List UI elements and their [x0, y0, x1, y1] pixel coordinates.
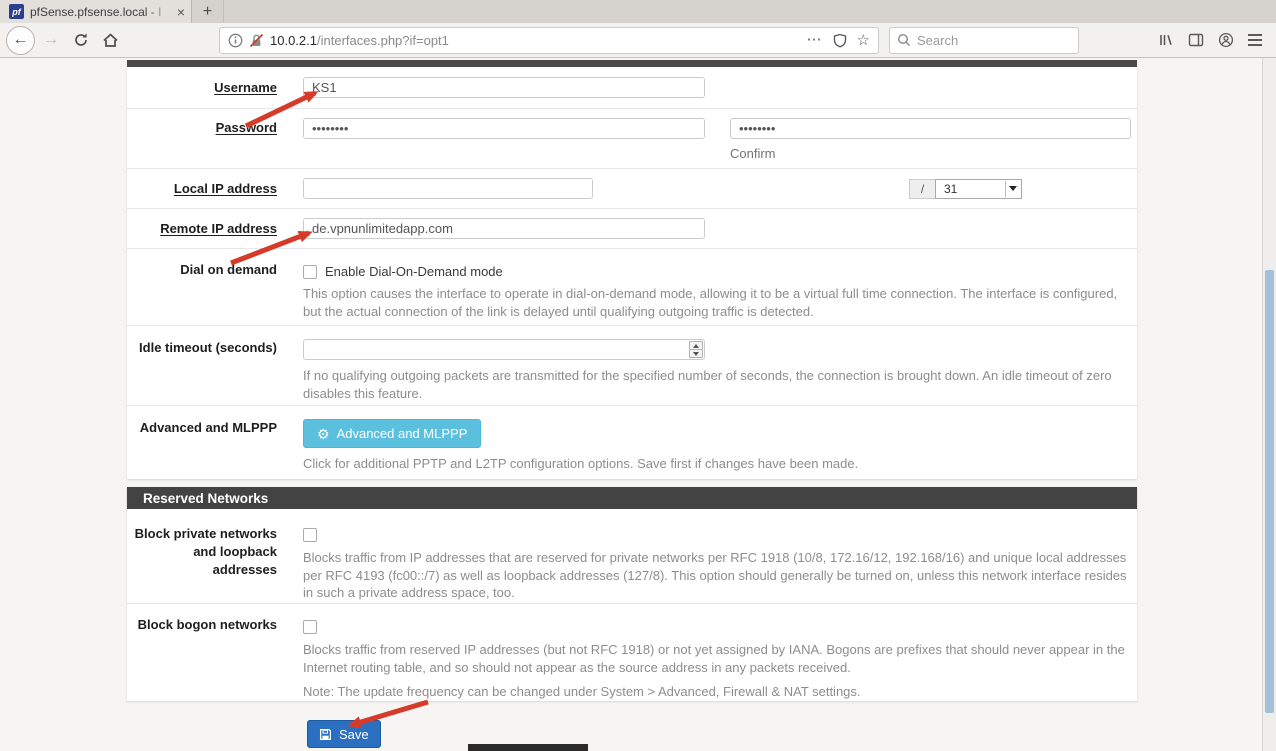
save-floppy-icon	[319, 728, 332, 741]
form-row-dial-on-demand: Dial on demand Enable Dial-On-Demand mod…	[127, 249, 1137, 326]
new-tab-button[interactable]: +	[192, 0, 224, 23]
page-content: Username Password Confirm	[0, 58, 1276, 751]
home-icon	[102, 32, 119, 48]
next-section-header-sliver	[468, 744, 588, 751]
form-row-advanced-mlppp: Advanced and MLPPP ⚙ Advanced and MLPPP …	[127, 406, 1137, 479]
tab-title: pfSense.pfsense.local - I	[30, 5, 173, 19]
browser-tab[interactable]: pf pfSense.pfsense.local - I ×	[0, 0, 192, 23]
form-row-username: Username	[127, 67, 1137, 109]
save-button[interactable]: Save	[307, 720, 381, 748]
advanced-mlppp-button-label: Advanced and MLPPP	[337, 426, 468, 441]
shield-icon[interactable]	[833, 33, 847, 48]
confirm-password-group: Confirm	[730, 118, 1131, 161]
dial-on-demand-label: Dial on demand	[127, 249, 277, 325]
advanced-mlppp-help: Click for additional PPTP and L2TP confi…	[303, 455, 1131, 473]
spinner-down-icon[interactable]	[689, 350, 703, 358]
username-label: Username	[127, 80, 277, 95]
subnet-group: / 31	[909, 179, 1022, 199]
tab-close-icon[interactable]: ×	[177, 4, 185, 20]
account-icon[interactable]	[1218, 32, 1234, 48]
block-bogon-label: Block bogon networks	[127, 604, 277, 701]
page-info-icon[interactable]	[228, 33, 243, 48]
dial-on-demand-checkbox-label: Enable Dial-On-Demand mode	[325, 264, 503, 279]
pfsense-favicon: pf	[9, 4, 24, 19]
block-private-help: Blocks traffic from IP addresses that ar…	[303, 549, 1131, 602]
subnet-separator: /	[909, 179, 935, 199]
search-input[interactable]	[917, 33, 1071, 48]
forward-button[interactable]: →	[39, 28, 63, 52]
password-input[interactable]	[303, 118, 705, 139]
block-bogon-help: Blocks traffic from reserved IP addresse…	[303, 641, 1131, 676]
browser-toolbar: ← → 10.0.2.1/interfaces.php?	[0, 23, 1276, 58]
gear-icon: ⚙	[317, 427, 330, 441]
chevron-down-icon	[1005, 181, 1020, 197]
subnet-select[interactable]: 31	[935, 179, 1022, 199]
block-bogon-note: Note: The update frequency can be change…	[303, 683, 1131, 701]
url-bar[interactable]: 10.0.2.1/interfaces.php?if=opt1 ⋯ ☆	[219, 27, 879, 54]
subnet-selected-value: 31	[944, 182, 957, 196]
bookmark-star-icon[interactable]: ☆	[857, 31, 870, 49]
home-button[interactable]	[98, 28, 122, 52]
search-icon	[897, 33, 911, 47]
password-label: Password	[127, 109, 277, 168]
sidebar-icon[interactable]	[1188, 33, 1204, 47]
dial-on-demand-checkbox[interactable]	[303, 265, 317, 279]
form-row-local-ip: Local IP address / 31	[127, 169, 1137, 209]
local-ip-input[interactable]	[303, 178, 593, 199]
url-path: /interfaces.php?if=opt1	[317, 33, 449, 48]
library-icon[interactable]	[1158, 32, 1174, 48]
block-private-checkbox[interactable]	[303, 528, 317, 542]
block-private-label: Block private networks and loopback addr…	[127, 509, 277, 603]
remote-ip-input[interactable]	[303, 218, 705, 239]
form-row-remote-ip: Remote IP address	[127, 209, 1137, 249]
previous-section-header-sliver	[127, 60, 1137, 67]
advanced-mlppp-label: Advanced and MLPPP	[127, 406, 277, 479]
idle-timeout-input[interactable]	[303, 339, 705, 360]
reserved-networks-header: Reserved Networks	[127, 487, 1137, 509]
page-actions-icon[interactable]: ⋯	[807, 35, 823, 45]
reload-button[interactable]	[69, 28, 93, 52]
remote-ip-label: Remote IP address	[127, 221, 277, 236]
idle-timeout-label: Idle timeout (seconds)	[127, 326, 277, 405]
confirm-caption: Confirm	[730, 146, 1131, 161]
url-host: 10.0.2.1	[270, 33, 317, 48]
scrollbar-track[interactable]	[1262, 58, 1276, 751]
save-button-label: Save	[339, 727, 369, 742]
scrollbar-thumb[interactable]	[1265, 270, 1274, 713]
search-bar[interactable]	[889, 27, 1079, 54]
username-input[interactable]	[303, 77, 705, 98]
insecure-lock-icon[interactable]	[249, 33, 264, 48]
spinner-up-icon[interactable]	[689, 341, 703, 350]
dial-on-demand-help: This option causes the interface to oper…	[303, 285, 1131, 320]
number-spinner[interactable]	[689, 341, 703, 358]
block-bogon-checkbox[interactable]	[303, 620, 317, 634]
idle-timeout-help: If no qualifying outgoing packets are tr…	[303, 367, 1131, 402]
confirm-password-input[interactable]	[730, 118, 1131, 139]
reserved-networks-panel: Block private networks and loopback addr…	[127, 509, 1137, 701]
browser-tab-bar: pf pfSense.pfsense.local - I × +	[0, 0, 1276, 23]
menu-icon[interactable]	[1248, 34, 1262, 46]
form-row-block-bogon: Block bogon networks Blocks traffic from…	[127, 604, 1137, 701]
form-row-block-private: Block private networks and loopback addr…	[127, 509, 1137, 604]
ppp-settings-panel: Username Password Confirm	[127, 67, 1137, 479]
form-row-password: Password Confirm	[127, 109, 1137, 169]
url-text: 10.0.2.1/interfaces.php?if=opt1	[270, 33, 807, 48]
local-ip-label: Local IP address	[127, 181, 277, 196]
advanced-mlppp-button[interactable]: ⚙ Advanced and MLPPP	[303, 419, 481, 448]
reload-icon	[73, 32, 89, 48]
form-row-idle-timeout: Idle timeout (seconds) If no qualifying …	[127, 326, 1137, 406]
back-button[interactable]: ←	[6, 26, 35, 55]
